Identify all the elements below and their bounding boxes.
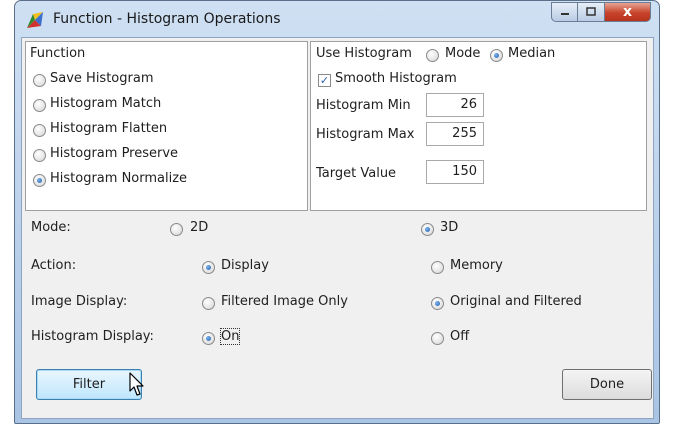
label-mode-3d[interactable]: 3D <box>440 220 458 235</box>
minimize-icon <box>560 13 569 15</box>
label-use-mode[interactable]: Mode <box>445 46 480 61</box>
histogram-min-input[interactable]: 26 <box>426 93 484 117</box>
mode-label: Mode: <box>31 220 71 235</box>
label-use-median[interactable]: Median <box>508 46 555 61</box>
target-value-label: Target Value <box>316 166 397 181</box>
radio-filtered-image-only[interactable] <box>202 297 215 310</box>
label-histogram-match[interactable]: Histogram Match <box>50 96 161 111</box>
radio-histogram-normalize[interactable] <box>33 174 46 187</box>
dialog-client-area: Function Save Histogram Histogram Match … <box>21 37 654 419</box>
function-group-title: Function <box>30 46 86 61</box>
maximize-button[interactable] <box>578 2 605 22</box>
label-histogram-normalize[interactable]: Histogram Normalize <box>50 171 187 186</box>
radio-use-mode[interactable] <box>426 49 439 62</box>
radio-mode-3d[interactable] <box>421 223 434 236</box>
radio-original-and-filtered[interactable] <box>431 297 444 310</box>
smooth-histogram-checkbox[interactable]: ✓ <box>318 74 331 87</box>
label-mode-2d[interactable]: 2D <box>190 220 208 235</box>
radio-save-histogram[interactable] <box>33 74 46 87</box>
use-histogram-label: Use Histogram <box>316 46 412 61</box>
radio-use-median[interactable] <box>490 49 503 62</box>
radio-histogram-display-off[interactable] <box>431 332 444 345</box>
radio-histogram-display-on[interactable] <box>202 332 215 345</box>
label-histogram-preserve[interactable]: Histogram Preserve <box>50 146 178 161</box>
function-group: Function Save Histogram Histogram Match … <box>25 41 308 211</box>
histogram-max-label: Histogram Max <box>316 127 415 142</box>
histogram-options-group: Use Histogram Mode Median ✓ Smooth Histo… <box>310 41 647 211</box>
label-filtered-image-only[interactable]: Filtered Image Only <box>221 294 348 309</box>
done-button[interactable]: Done <box>562 369 652 400</box>
window-controls: x <box>551 2 651 24</box>
title-bar[interactable]: Function - Histogram Operations x <box>15 1 659 37</box>
radio-histogram-match[interactable] <box>33 99 46 112</box>
minimize-button[interactable] <box>551 2 578 22</box>
image-display-label: Image Display: <box>31 294 128 309</box>
radio-mode-2d[interactable] <box>170 223 183 236</box>
label-action-display[interactable]: Display <box>221 258 269 273</box>
label-histogram-flatten[interactable]: Histogram Flatten <box>50 121 167 136</box>
label-original-and-filtered[interactable]: Original and Filtered <box>450 294 582 309</box>
label-histogram-display-on[interactable]: On <box>219 328 241 345</box>
histogram-max-input[interactable]: 255 <box>426 122 484 146</box>
radio-histogram-flatten[interactable] <box>33 124 46 137</box>
maximize-icon <box>586 7 596 16</box>
close-button[interactable]: x <box>605 2 651 22</box>
dialog-window: Function - Histogram Operations x Functi… <box>14 0 660 424</box>
histogram-min-label: Histogram Min <box>316 98 411 113</box>
close-icon: x <box>622 4 633 20</box>
action-label: Action: <box>31 258 77 273</box>
radio-action-display[interactable] <box>202 261 215 274</box>
radio-action-memory[interactable] <box>431 261 444 274</box>
label-save-histogram[interactable]: Save Histogram <box>50 71 153 86</box>
window-title: Function - Histogram Operations <box>53 11 281 27</box>
histogram-display-label: Histogram Display: <box>31 329 154 344</box>
mouse-cursor-icon <box>129 372 144 396</box>
label-smooth-histogram[interactable]: Smooth Histogram <box>335 71 457 86</box>
radio-histogram-preserve[interactable] <box>33 149 46 162</box>
target-value-input[interactable]: 150 <box>426 160 484 184</box>
app-icon <box>27 12 43 28</box>
filter-button[interactable]: Filter <box>36 369 142 400</box>
label-histogram-display-off[interactable]: Off <box>450 329 469 344</box>
label-action-memory[interactable]: Memory <box>450 258 503 273</box>
